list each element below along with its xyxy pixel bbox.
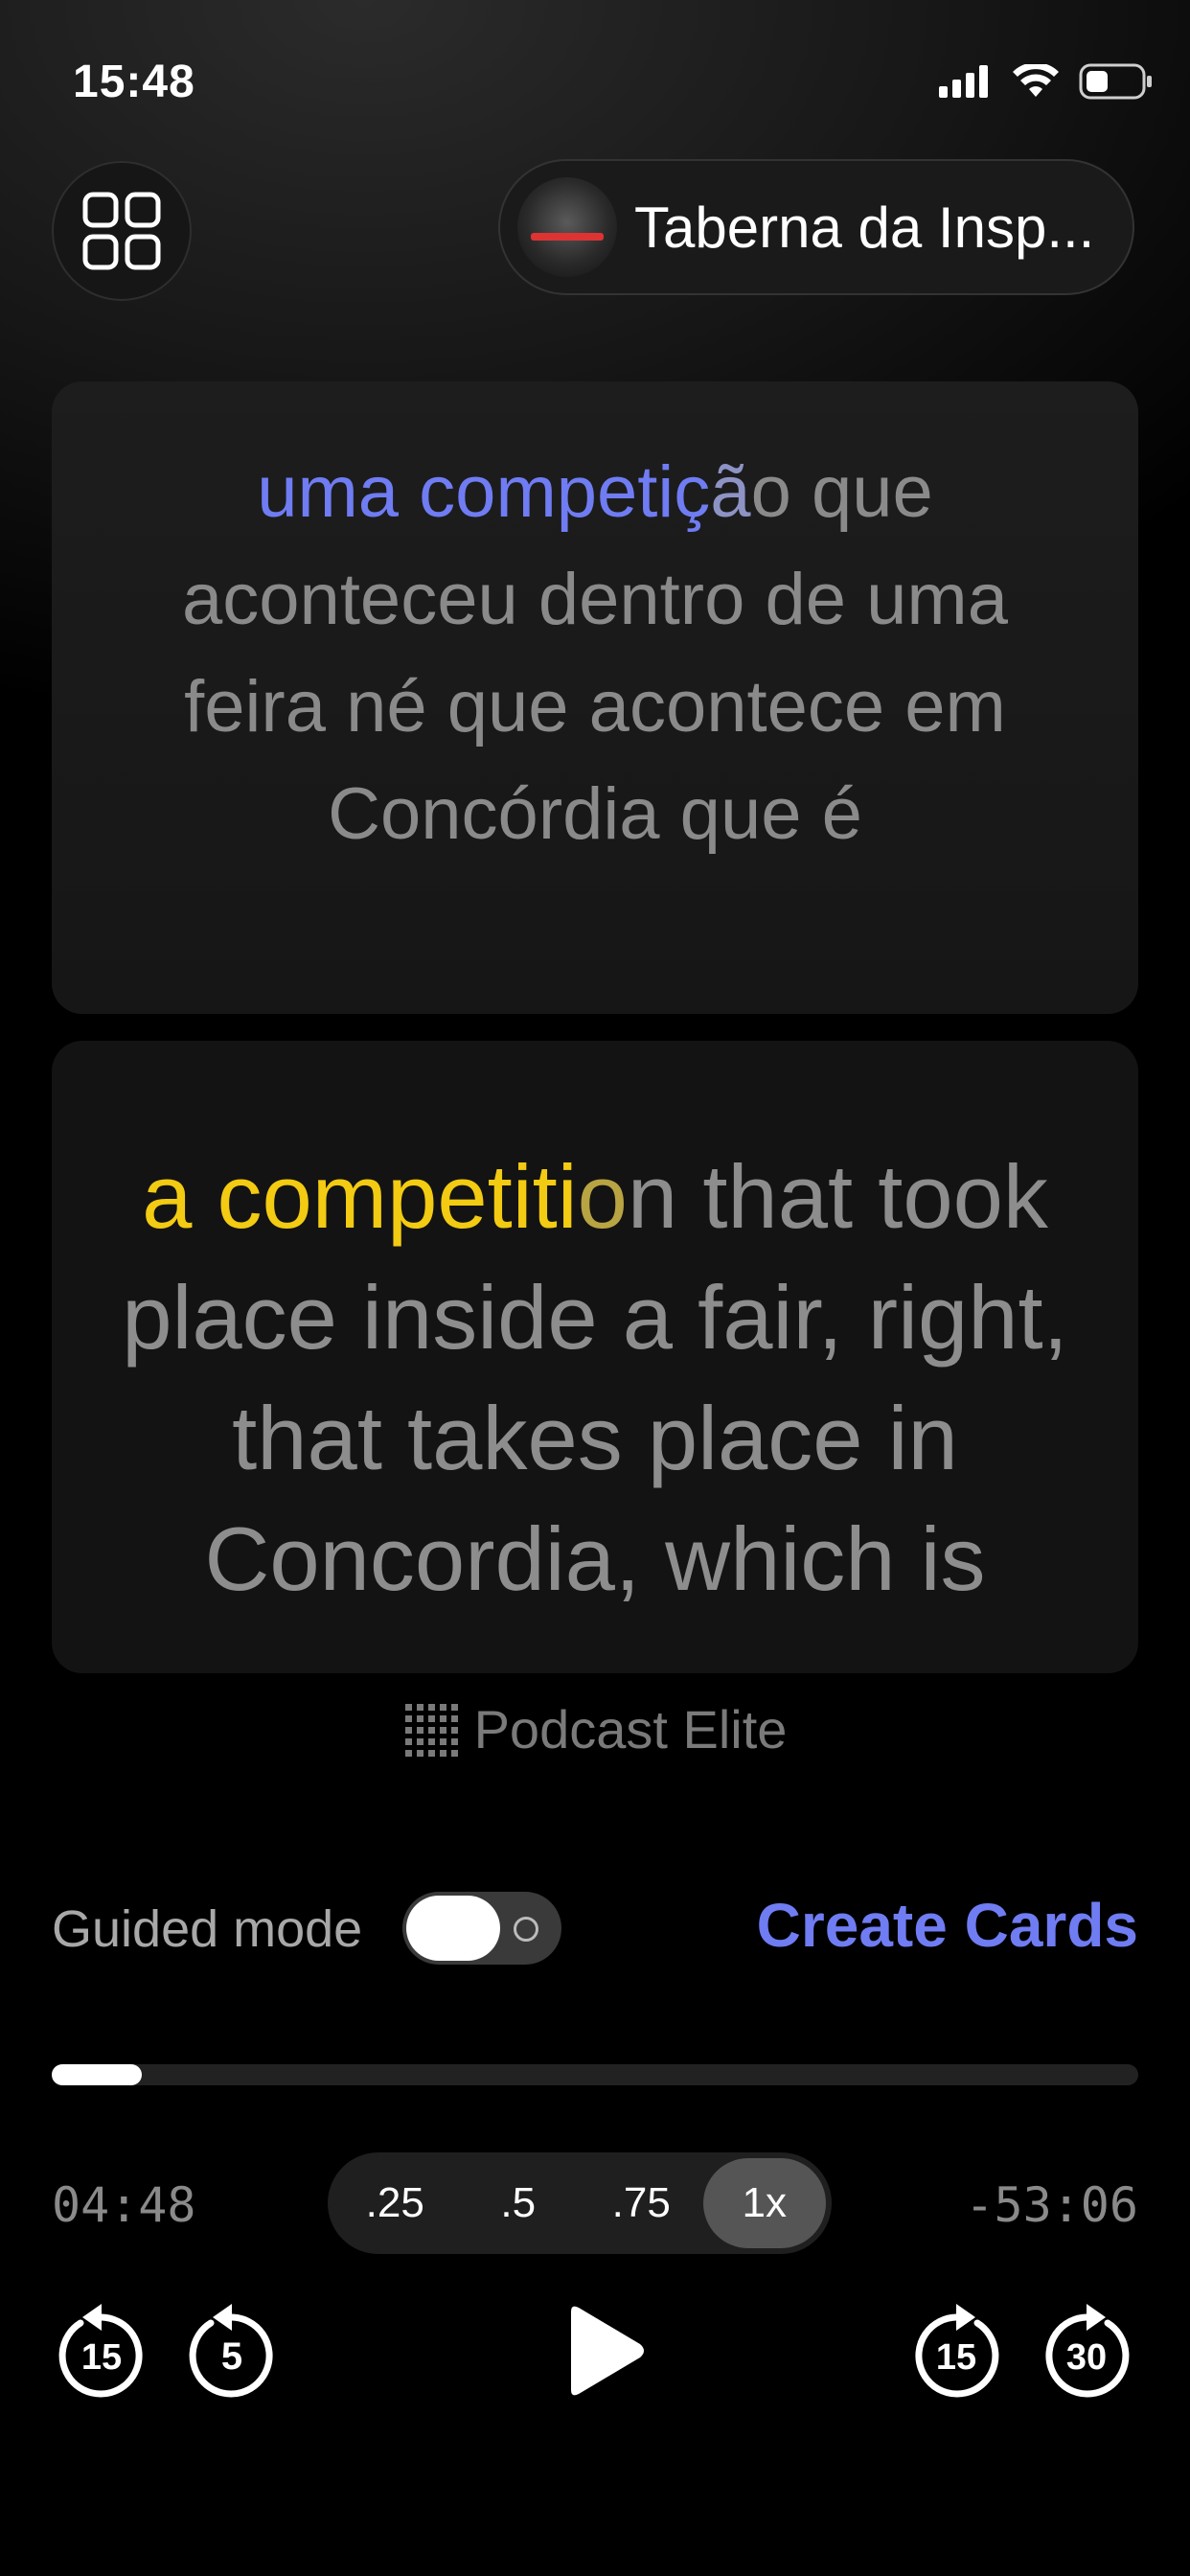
speed-option-0.75[interactable]: .75 — [580, 2158, 703, 2248]
playback-speed-selector: .25 .5 .75 1x — [328, 2152, 832, 2254]
skip-forward-30-button[interactable]: 30 — [1039, 2300, 1134, 2405]
forward-15-icon: 15 — [915, 2304, 999, 2398]
status-icons — [939, 63, 1154, 100]
guided-mode-toggle[interactable] — [402, 1892, 561, 1965]
playback-progress-bar[interactable] — [52, 2064, 1138, 2085]
speed-option-1x[interactable]: 1x — [702, 2158, 826, 2248]
cellular-signal-icon — [939, 65, 988, 98]
rewind-5-label: 5 — [221, 2335, 242, 2378]
podcast-brand: Podcast Elite — [0, 1698, 1190, 1760]
library-grid-button[interactable] — [52, 161, 192, 301]
channel-avatar — [517, 177, 617, 277]
speed-option-0.5[interactable]: .5 — [457, 2158, 581, 2248]
forward-30-label: 30 — [1066, 2337, 1107, 2378]
play-button[interactable] — [548, 2298, 653, 2404]
translation-text: a competition that took place inside a f… — [90, 1137, 1100, 1620]
original-spoken-fade: ã — [710, 451, 751, 533]
elapsed-time: 04:48 — [52, 2177, 196, 2233]
toggle-off-indicator — [514, 1917, 538, 1942]
original-spoken-text: uma competiç — [257, 451, 711, 533]
play-icon — [571, 2306, 644, 2396]
toggle-knob — [406, 1896, 500, 1961]
forward-30-icon: 30 — [1045, 2304, 1130, 2398]
forward-15-label: 15 — [936, 2337, 976, 2378]
skip-back-5-button[interactable]: 5 — [184, 2300, 280, 2405]
create-cards-button[interactable]: Create Cards — [757, 1890, 1138, 1961]
status-time: 15:48 — [73, 57, 195, 107]
brand-label: Podcast Elite — [473, 1699, 788, 1760]
translation-card[interactable]: a competition that took place inside a f… — [52, 1041, 1138, 1673]
progress-fill — [52, 2064, 143, 2085]
speed-option-0.25[interactable]: .25 — [333, 2158, 457, 2248]
channel-selector-button[interactable]: Taberna da Insp... — [498, 159, 1134, 295]
guided-mode-label: Guided mode — [52, 1900, 363, 1958]
battery-icon — [1079, 63, 1152, 100]
rewind-15-icon: 15 — [58, 2304, 143, 2398]
rewind-15-label: 15 — [81, 2337, 122, 2378]
grid-icon — [82, 192, 161, 270]
wifi-icon — [1013, 64, 1059, 97]
channel-name: Taberna da Insp... — [634, 195, 1095, 260]
skip-back-15-button[interactable]: 15 — [54, 2300, 149, 2405]
dot-grid-icon — [404, 1703, 458, 1757]
translation-spoken-fade: o — [577, 1146, 628, 1247]
skip-forward-15-button[interactable]: 15 — [908, 2300, 1004, 2405]
player-screen: 15:48 Taberna da Insp... uma competição … — [0, 0, 1190, 2576]
original-transcript-text: uma competição que aconteceu dentro de u… — [109, 439, 1081, 868]
original-transcript-card[interactable]: uma competição que aconteceu dentro de u… — [52, 381, 1138, 1014]
translation-spoken-text: a competiti — [142, 1146, 578, 1247]
remaining-time: -53:06 — [965, 2177, 1138, 2233]
rewind-5-icon: 5 — [189, 2304, 273, 2398]
